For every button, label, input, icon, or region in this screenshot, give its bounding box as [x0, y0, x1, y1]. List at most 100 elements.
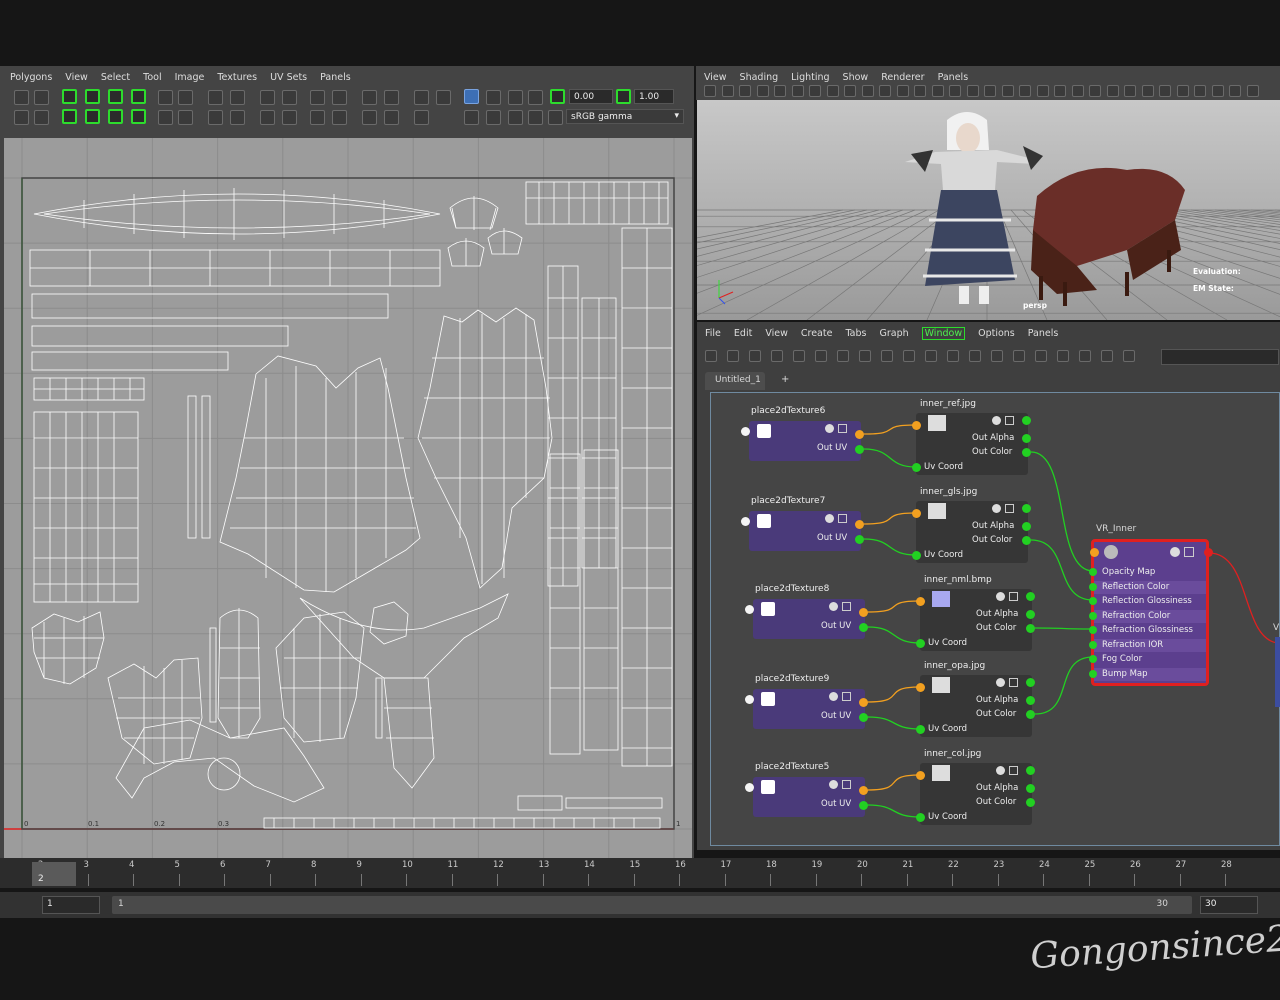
uv-menu-view[interactable]: View — [65, 72, 88, 83]
uv-image-icon[interactable] — [414, 90, 429, 105]
output-port[interactable] — [1022, 504, 1031, 513]
uv-tool-icon[interactable] — [508, 90, 523, 105]
uv-tool-icon[interactable] — [260, 110, 275, 125]
attr-port[interactable] — [1089, 640, 1097, 649]
toolbar-icon[interactable] — [949, 85, 961, 97]
toolbar-icon[interactable] — [771, 350, 783, 362]
toolbar-icon[interactable] — [947, 350, 959, 362]
uv-tool-icon[interactable] — [528, 110, 543, 125]
material-attr-row[interactable]: Opacity Map — [1089, 566, 1206, 579]
uv-tool-icon[interactable] — [548, 110, 563, 125]
output-port[interactable] — [859, 786, 868, 795]
out-color-port[interactable] — [1022, 536, 1031, 545]
place2d-node[interactable]: place2dTexture6 Out UV — [741, 406, 864, 461]
uv-grid-icon[interactable] — [282, 90, 297, 105]
hs-menu-window[interactable]: Window — [921, 326, 966, 340]
toolbar-icon[interactable] — [1057, 350, 1069, 362]
toolbar-icon[interactable] — [925, 350, 937, 362]
material-attr-row[interactable]: Refraction IOR — [1089, 638, 1206, 652]
file-texture-node[interactable]: inner_nml.bmp Out Alpha Out Color Uv Coord — [916, 575, 1035, 651]
hs-menu-graph[interactable]: Graph — [879, 328, 908, 339]
perspective-viewport[interactable]: Evaluation: EM State: persp — [697, 100, 1280, 320]
uv-coord-port[interactable] — [912, 551, 921, 560]
uv-menu-select[interactable]: Select — [101, 72, 130, 83]
time-slider[interactable]: 2345678910111213141516171819202122232425… — [0, 858, 1280, 888]
toolbar-icon[interactable] — [1054, 85, 1066, 97]
exposure-field[interactable]: 0.00 — [569, 89, 613, 104]
uv-menu-tool[interactable]: Tool — [143, 72, 161, 83]
toolbar-icon[interactable] — [721, 85, 734, 97]
output-port[interactable] — [859, 608, 868, 617]
node-menu-icon[interactable] — [838, 514, 847, 523]
toolbar-icon[interactable] — [1035, 350, 1047, 362]
toolbar-icon[interactable] — [1071, 85, 1084, 97]
uv-tool-icon[interactable] — [230, 110, 245, 125]
uv-menu-uv-sets[interactable]: UV Sets — [270, 72, 307, 83]
material-attr-row[interactable]: Bump Map — [1089, 667, 1206, 681]
material-output-port[interactable] — [1204, 548, 1213, 557]
toolbar-icon[interactable] — [914, 85, 926, 97]
out-uv-port[interactable] — [855, 535, 864, 544]
toolbar-icon[interactable] — [791, 85, 804, 97]
out-alpha-port[interactable] — [1022, 522, 1031, 531]
uv-tool-icon[interactable] — [282, 110, 297, 125]
toolbar-icon[interactable] — [705, 350, 717, 362]
toolbar-icon[interactable] — [1013, 350, 1025, 362]
uv-tool-icon[interactable] — [14, 110, 29, 125]
uv-snap-icon[interactable] — [108, 89, 123, 104]
vp-menu-lighting[interactable]: Lighting — [791, 72, 829, 83]
toolbar-icon[interactable] — [826, 85, 839, 97]
toolbar-icon[interactable] — [1229, 85, 1241, 97]
uv-tool-icon[interactable] — [34, 90, 49, 105]
uv-rotate-icon[interactable] — [178, 90, 193, 105]
gamma-field[interactable]: 1.00 — [634, 89, 674, 104]
node-menu-icon[interactable] — [1005, 416, 1014, 425]
swatch-toggle-icon[interactable] — [996, 592, 1005, 601]
uv-grid-toggle-icon[interactable] — [464, 89, 479, 104]
uv-coord-port[interactable] — [916, 725, 925, 734]
toolbar-icon[interactable] — [1176, 85, 1189, 97]
hs-menu-tabs[interactable]: Tabs — [845, 328, 866, 339]
swatch-toggle-icon[interactable] — [825, 514, 834, 523]
toolbar-icon[interactable] — [991, 350, 1003, 362]
node-menu-icon[interactable] — [1009, 766, 1018, 775]
uv-tool-icon[interactable] — [158, 110, 173, 125]
node-graph[interactable]: place2dTexture6 Out UV inner_ref.jpg Out Al… — [710, 392, 1280, 846]
input-port[interactable] — [916, 597, 925, 606]
out-alpha-port[interactable] — [1026, 610, 1035, 619]
toolbar-icon[interactable] — [1159, 85, 1171, 97]
input-port[interactable] — [745, 783, 754, 792]
place2d-node[interactable]: place2dTexture8 Out UV — [745, 584, 868, 639]
range-slider-bar[interactable]: 1 30 — [112, 896, 1192, 914]
toolbar-icon[interactable] — [1019, 85, 1031, 97]
current-frame-marker[interactable]: 2 — [32, 862, 76, 886]
node-menu-icon[interactable] — [1184, 547, 1194, 557]
uv-checker-icon[interactable] — [464, 110, 479, 125]
uv-image-icon[interactable] — [436, 90, 451, 105]
uv-tool-icon[interactable] — [14, 90, 29, 105]
out-color-port[interactable] — [1026, 624, 1035, 633]
uv-coord-port[interactable] — [916, 813, 925, 822]
vp-menu-panels[interactable]: Panels — [938, 72, 969, 83]
hs-menu-panels[interactable]: Panels — [1028, 328, 1059, 339]
swatch-toggle-icon[interactable] — [829, 780, 838, 789]
attr-port[interactable] — [1089, 626, 1097, 634]
uv-menu-polygons[interactable]: Polygons — [10, 72, 52, 83]
hs-menu-view[interactable]: View — [765, 328, 788, 339]
input-port[interactable] — [912, 509, 921, 518]
out-uv-port[interactable] — [855, 445, 864, 454]
output-port[interactable] — [1026, 592, 1035, 601]
tab-untitled[interactable]: Untitled_1 — [705, 372, 765, 390]
range-start-field[interactable]: 1 — [42, 896, 100, 914]
output-port[interactable] — [855, 520, 864, 529]
place2d-node[interactable]: place2dTexture9 Out UV — [745, 674, 868, 729]
color-space-select[interactable]: sRGB gamma ▾ — [566, 109, 684, 124]
toolbar-icon[interactable] — [1036, 85, 1049, 97]
toolbar-icon[interactable] — [1089, 85, 1101, 97]
exposure-icon[interactable] — [550, 89, 565, 104]
uv-coord-port[interactable] — [916, 639, 925, 648]
uv-checker-icon[interactable] — [486, 110, 501, 125]
range-end-field[interactable]: 30 — [1200, 896, 1258, 914]
uv-menu-panels[interactable]: Panels — [320, 72, 351, 83]
toolbar-icon[interactable] — [881, 350, 893, 362]
